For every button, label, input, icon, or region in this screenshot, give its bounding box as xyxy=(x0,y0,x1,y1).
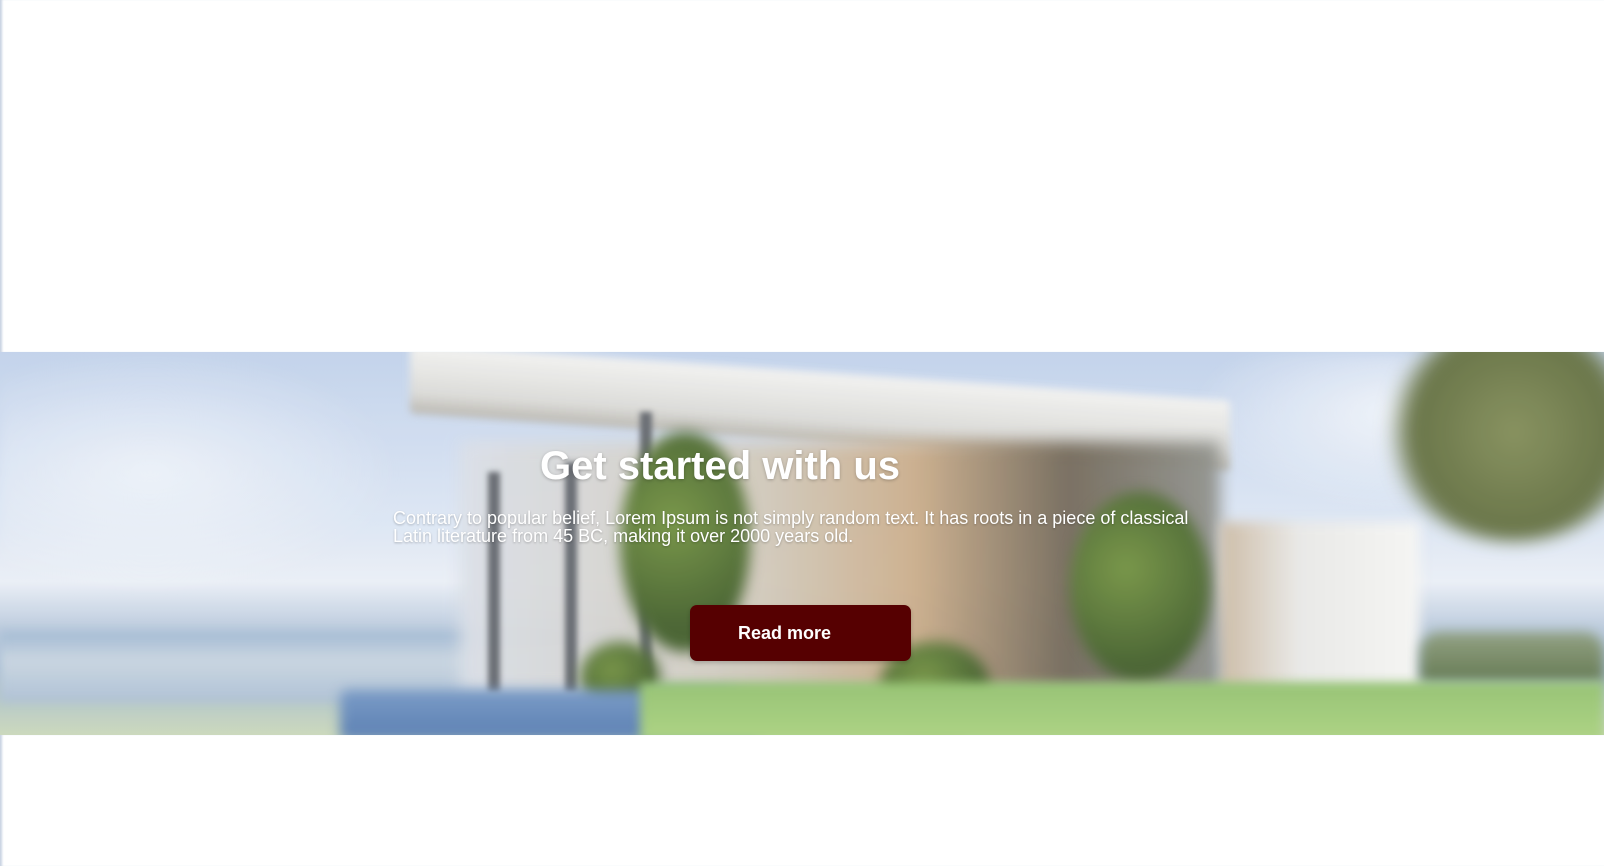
page: Get started with us Contrary to popular … xyxy=(0,0,1604,866)
top-blank-section xyxy=(0,0,1604,352)
hero-description: Contrary to popular belief, Lorem Ipsum … xyxy=(393,508,1189,546)
hero-title: Get started with us xyxy=(539,444,901,488)
bottom-blank-section xyxy=(0,735,1604,866)
hero-banner: Get started with us Contrary to popular … xyxy=(0,352,1604,735)
read-more-button[interactable]: Read more xyxy=(690,605,911,661)
